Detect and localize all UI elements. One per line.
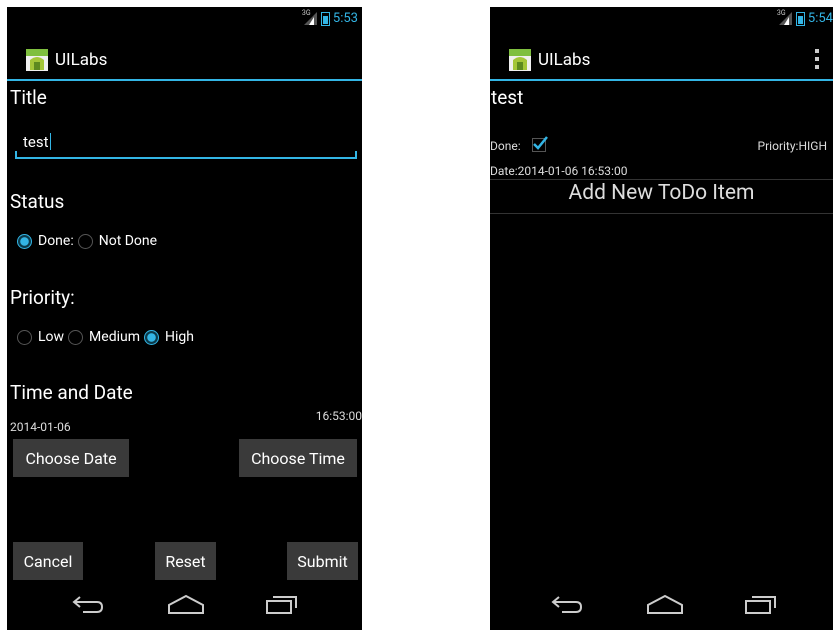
title-input[interactable]: test (15, 129, 357, 159)
submit-button[interactable]: Submit (287, 542, 358, 580)
list-divider (490, 213, 833, 214)
radio-unselected-icon (77, 233, 93, 249)
date-value: Date:2014-01-06 16:53:00 (490, 164, 628, 178)
back-arrow-icon[interactable] (550, 594, 584, 618)
signal-icon: 3G (777, 9, 793, 25)
todo-list-screen: 3G 5:54 UILabs test Done: Priority:HIGH … (490, 7, 833, 630)
app-title: UILabs (538, 50, 591, 70)
screenshot-canvas: 3G 5:53 UILabs Title test Status Done: N… (0, 0, 833, 631)
battery-icon (795, 11, 805, 26)
priority-medium-label: Medium (89, 329, 140, 345)
priority-high-radio[interactable]: High (144, 329, 194, 345)
radio-selected-icon (144, 329, 159, 345)
status-label: Status (10, 190, 65, 213)
priority-radio-group: Low Medium High (17, 329, 198, 345)
radio-unselected-icon (68, 329, 84, 345)
title-input-value: test (23, 133, 49, 151)
android-app-icon[interactable] (508, 48, 532, 72)
status-not-done-label: Not Done (98, 233, 158, 249)
status-icons: 3G 5:53 (302, 9, 358, 26)
recent-apps-icon[interactable] (265, 594, 299, 618)
status-bar: 3G 5:54 (490, 7, 833, 31)
home-icon[interactable] (646, 594, 684, 620)
status-icons: 3G 5:54 (777, 9, 833, 26)
priority-low-label: Low (38, 329, 65, 345)
status-done-radio[interactable]: Done: (17, 233, 74, 249)
time-date-label: Time and Date (10, 381, 133, 404)
cancel-button[interactable]: Cancel (13, 542, 83, 580)
android-app-icon[interactable] (25, 48, 49, 72)
back-arrow-icon[interactable] (71, 594, 105, 618)
radio-selected-icon (17, 233, 32, 249)
reset-button[interactable]: Reset (155, 542, 216, 580)
home-icon[interactable] (167, 594, 205, 620)
navigation-bar (490, 582, 833, 630)
time-value: 16:53:00 (315, 409, 362, 423)
priority-medium-radio[interactable]: Medium (68, 329, 140, 345)
list-divider (490, 179, 833, 180)
status-bar: 3G 5:53 (7, 7, 362, 31)
signal-icon: 3G (302, 9, 318, 25)
done-label: Done: (490, 139, 521, 153)
battery-icon (320, 11, 330, 26)
action-bar: UILabs (7, 37, 362, 81)
radio-unselected-icon (17, 329, 32, 345)
overflow-menu-icon[interactable] (815, 49, 819, 69)
done-checkbox[interactable] (532, 136, 548, 152)
recent-apps-icon[interactable] (744, 594, 778, 618)
add-new-todo-item[interactable]: Add New ToDo Item (490, 181, 833, 211)
choose-time-button[interactable]: Choose Time (239, 439, 357, 477)
status-done-label: Done: (38, 233, 74, 249)
priority-low-radio[interactable]: Low (17, 329, 64, 345)
priority-high-label: High (165, 329, 194, 345)
title-label: Title (10, 86, 47, 109)
navigation-bar (7, 582, 362, 630)
todo-item-title: test (491, 86, 524, 109)
status-clock: 5:53 (332, 11, 358, 26)
add-todo-screen: 3G 5:53 UILabs Title test Status Done: N… (7, 7, 362, 630)
status-not-done-radio[interactable]: Not Done (77, 233, 158, 249)
status-radio-group: Done: Not Done (17, 233, 161, 249)
priority-value: Priority:HIGH (757, 139, 827, 153)
choose-date-button[interactable]: Choose Date (13, 439, 129, 477)
app-title: UILabs (55, 50, 108, 70)
action-bar: UILabs (490, 37, 833, 81)
status-clock: 5:54 (807, 11, 833, 26)
text-caret (49, 133, 51, 150)
priority-label: Priority: (10, 286, 75, 309)
date-value: 2014-01-06 (10, 420, 71, 434)
